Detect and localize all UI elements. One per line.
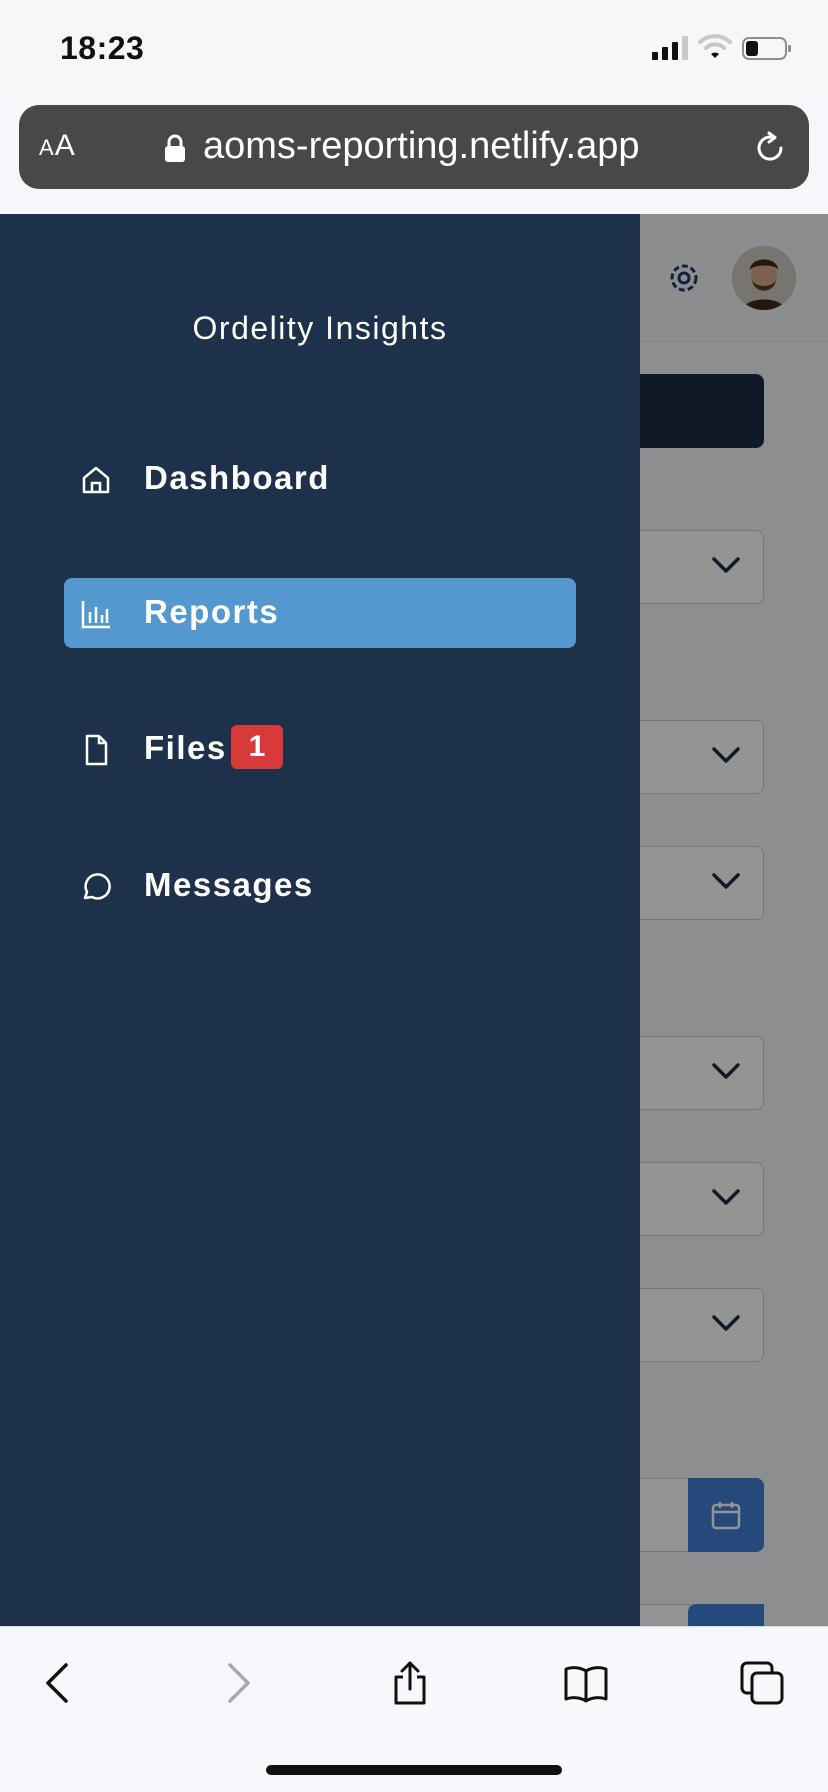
message-icon [83,873,111,900]
home-indicator[interactable] [266,1765,562,1775]
status-time: 18:23 [60,30,145,66]
forward-icon[interactable] [212,1659,260,1707]
bar-chart-icon [81,601,110,629]
url-text[interactable]: aoms-reporting.netlify.app [203,125,640,168]
browser-address-bar[interactable]: AA aoms-reporting.netlify.app [19,105,809,189]
status-bar: 18:23 [0,0,828,100]
wifi-icon [698,34,732,58]
cellular-signal-icon [652,36,688,60]
back-icon[interactable] [36,1659,84,1707]
nav-label: Files [144,729,227,766]
app-title: Ordelity Insights [192,310,448,346]
files-count-badge: 1 [231,725,283,769]
side-drawer: Ordelity Insights Dashboard Reports File… [0,214,640,1626]
nav-item-files[interactable]: Files 1 [64,714,576,784]
text-size-button[interactable]: AA [39,129,76,163]
lock-icon [165,134,185,162]
bookmarks-icon[interactable] [562,1659,610,1707]
nav-item-reports[interactable]: Reports [64,578,576,648]
nav-label: Reports [144,593,280,630]
home-icon [82,466,110,494]
tabs-icon[interactable] [738,1659,786,1707]
nav-label: Dashboard [144,459,330,496]
battery-icon [742,37,791,60]
nav-label: Messages [144,866,314,903]
file-icon [85,734,108,766]
share-icon[interactable] [386,1659,434,1707]
reload-icon[interactable] [753,131,787,165]
nav-item-messages[interactable]: Messages [64,851,576,921]
nav-item-dashboard[interactable]: Dashboard [64,444,576,514]
